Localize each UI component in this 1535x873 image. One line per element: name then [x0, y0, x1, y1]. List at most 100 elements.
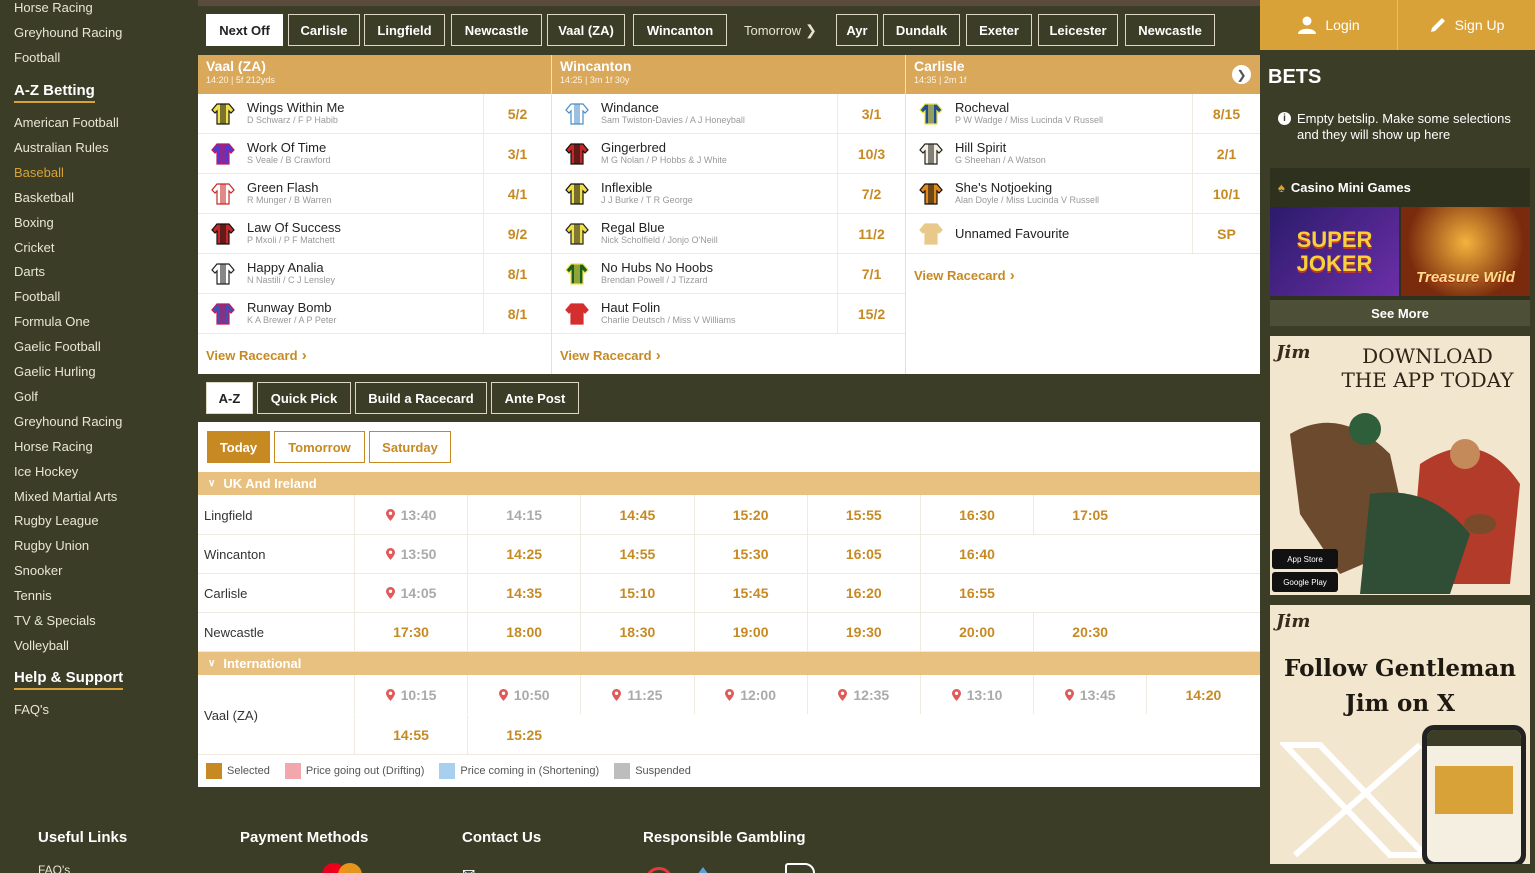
- view-racecard-link[interactable]: View Racecard ›: [906, 254, 1260, 297]
- race-time-button[interactable]: 14:05: [354, 573, 467, 612]
- race-time-button[interactable]: 16:20: [806, 573, 920, 612]
- sidebar-item-football[interactable]: Football: [14, 289, 60, 304]
- odds-button[interactable]: 11/2: [837, 214, 905, 253]
- sidebar-item-rugby-league[interactable]: Rugby League: [14, 513, 99, 528]
- sidebar-item-baseball[interactable]: Baseball: [14, 165, 64, 180]
- odds-button[interactable]: 3/1: [483, 134, 551, 173]
- race-time-button[interactable]: 13:40: [354, 495, 467, 534]
- signup-button[interactable]: Sign Up: [1398, 0, 1535, 50]
- day-tab-tomorrow[interactable]: Tomorrow: [274, 431, 365, 463]
- sidebar-item-ice-hockey[interactable]: Ice Hockey: [14, 464, 78, 479]
- odds-button[interactable]: 8/15: [1192, 94, 1260, 133]
- twitter-icon[interactable]: ✉: [462, 865, 475, 873]
- google-play-badge[interactable]: Google Play: [1272, 572, 1338, 592]
- next-race-arrow-icon[interactable]: ❯: [1231, 64, 1252, 85]
- meeting-name[interactable]: Lingfield: [204, 495, 252, 535]
- day-tab-today[interactable]: Today: [207, 431, 270, 463]
- race-time-button[interactable]: 14:55: [580, 534, 693, 573]
- odds-button[interactable]: 7/2: [837, 174, 905, 213]
- sidebar-item-australian-rules[interactable]: Australian Rules: [14, 140, 109, 155]
- sidebar-item-basketball[interactable]: Basketball: [14, 190, 74, 205]
- sidebar-item-mixed-martial-arts[interactable]: Mixed Martial Arts: [14, 489, 117, 504]
- tab-ante-post[interactable]: Ante Post: [491, 382, 579, 414]
- race-time-button[interactable]: 17:05: [1033, 495, 1146, 534]
- tab-newcastle[interactable]: Newcastle: [451, 14, 542, 46]
- sidebar-item-snooker[interactable]: Snooker: [14, 563, 62, 578]
- race-time-button[interactable]: 10:50: [467, 675, 580, 714]
- tab-newcastle-tomorrow[interactable]: Newcastle: [1125, 14, 1215, 46]
- footer-faq-link[interactable]: FAQ's: [38, 863, 70, 873]
- race-time-button[interactable]: 19:00: [693, 612, 807, 651]
- odds-button[interactable]: 5/2: [483, 94, 551, 133]
- odds-button[interactable]: 7/1: [837, 254, 905, 293]
- race-time-button[interactable]: 15:10: [580, 573, 693, 612]
- race-time-button[interactable]: 16:05: [806, 534, 920, 573]
- follow-on-x-ad[interactable]: Jim Follow Gentleman Jim on X: [1270, 605, 1530, 864]
- sidebar-link-football[interactable]: Football: [14, 50, 60, 65]
- game-super-joker[interactable]: SUPER JOKER: [1270, 207, 1399, 296]
- racecard-header[interactable]: Carlisle 14:35 | 2m 1f ❯: [906, 55, 1260, 94]
- racecard-header[interactable]: Vaal (ZA) 14:20 | 5f 212yds: [198, 55, 551, 94]
- odds-button[interactable]: 15/2: [837, 294, 905, 333]
- download-app-ad[interactable]: Jim DOWNLOAD THE APP TODAY App Store Goo…: [1270, 336, 1530, 595]
- race-time-button[interactable]: 18:00: [467, 612, 580, 651]
- meeting-name[interactable]: Wincanton: [204, 534, 265, 574]
- race-time-button[interactable]: 16:30: [920, 495, 1033, 534]
- racecard-header[interactable]: Wincanton 14:25 | 3m 1f 30y: [552, 55, 905, 94]
- race-time-button[interactable]: 16:40: [920, 534, 1033, 573]
- sidebar-item-gaelic-hurling[interactable]: Gaelic Hurling: [14, 364, 96, 379]
- section-international[interactable]: ∨ International: [198, 652, 1260, 675]
- odds-button[interactable]: 4/1: [483, 174, 551, 213]
- sidebar-item-volleyball[interactable]: Volleyball: [14, 638, 69, 653]
- race-time-button[interactable]: 11:25: [580, 675, 693, 714]
- race-time-button[interactable]: 20:30: [1033, 612, 1146, 651]
- tab-quick-pick[interactable]: Quick Pick: [257, 382, 351, 414]
- sidebar-link-greyhound-racing[interactable]: Greyhound Racing: [14, 25, 122, 40]
- race-time-button[interactable]: 15:25: [467, 715, 580, 754]
- race-time-button[interactable]: 15:20: [693, 495, 807, 534]
- race-time-button[interactable]: 13:50: [354, 534, 467, 573]
- race-time-button[interactable]: 12:35: [806, 675, 920, 714]
- tab-carlisle[interactable]: Carlisle: [288, 14, 360, 46]
- race-time-button[interactable]: 14:45: [580, 495, 693, 534]
- odds-button[interactable]: 10/3: [837, 134, 905, 173]
- tab-lingfield[interactable]: Lingfield: [364, 14, 445, 46]
- odds-button[interactable]: 8/1: [483, 254, 551, 293]
- odds-button[interactable]: SP: [1192, 214, 1260, 253]
- view-racecard-link[interactable]: View Racecard ›: [552, 334, 905, 377]
- meeting-name[interactable]: Vaal (ZA): [204, 675, 258, 755]
- race-time-button[interactable]: 19:30: [806, 612, 920, 651]
- race-time-button[interactable]: 14:55: [354, 715, 467, 754]
- sidebar-link-faqs[interactable]: FAQ's: [14, 702, 49, 717]
- sidebar-item-gaelic-football[interactable]: Gaelic Football: [14, 339, 101, 354]
- race-time-button[interactable]: 14:15: [467, 495, 580, 534]
- race-time-button[interactable]: 14:20: [1146, 675, 1259, 714]
- odds-button[interactable]: 8/1: [483, 294, 551, 333]
- race-time-button[interactable]: 16:55: [920, 573, 1033, 612]
- sidebar-item-boxing[interactable]: Boxing: [14, 215, 54, 230]
- sidebar-item-american-football[interactable]: American Football: [14, 115, 119, 130]
- sidebar-item-horse-racing[interactable]: Horse Racing: [14, 439, 93, 454]
- sidebar-item-tv-specials[interactable]: TV & Specials: [14, 613, 96, 628]
- tomorrow-label[interactable]: Tomorrow ❯: [744, 14, 817, 46]
- race-time-button[interactable]: 13:45: [1033, 675, 1146, 714]
- sidebar-item-cricket[interactable]: Cricket: [14, 240, 54, 255]
- race-time-button[interactable]: 12:00: [693, 675, 807, 714]
- race-time-button[interactable]: 18:30: [580, 612, 693, 651]
- race-time-button[interactable]: 15:45: [693, 573, 807, 612]
- sidebar-item-rugby-union[interactable]: Rugby Union: [14, 538, 89, 553]
- race-time-button[interactable]: 17:30: [354, 612, 467, 651]
- game-treasure-wild[interactable]: Treasure Wild: [1401, 207, 1530, 296]
- race-time-button[interactable]: 10:15: [354, 675, 467, 714]
- see-more-button[interactable]: See More: [1270, 300, 1530, 326]
- meeting-name[interactable]: Newcastle: [204, 612, 264, 652]
- day-tab-saturday[interactable]: Saturday: [369, 431, 451, 463]
- sidebar-item-greyhound-racing[interactable]: Greyhound Racing: [14, 414, 122, 429]
- odds-button[interactable]: 10/1: [1192, 174, 1260, 213]
- tab-exeter[interactable]: Exeter: [966, 14, 1032, 46]
- view-racecard-link[interactable]: View Racecard ›: [198, 334, 551, 377]
- tab-leicester[interactable]: Leicester: [1038, 14, 1118, 46]
- race-time-button[interactable]: 14:35: [467, 573, 580, 612]
- tab-build-racecard[interactable]: Build a Racecard: [355, 382, 487, 414]
- race-time-button[interactable]: 15:55: [806, 495, 920, 534]
